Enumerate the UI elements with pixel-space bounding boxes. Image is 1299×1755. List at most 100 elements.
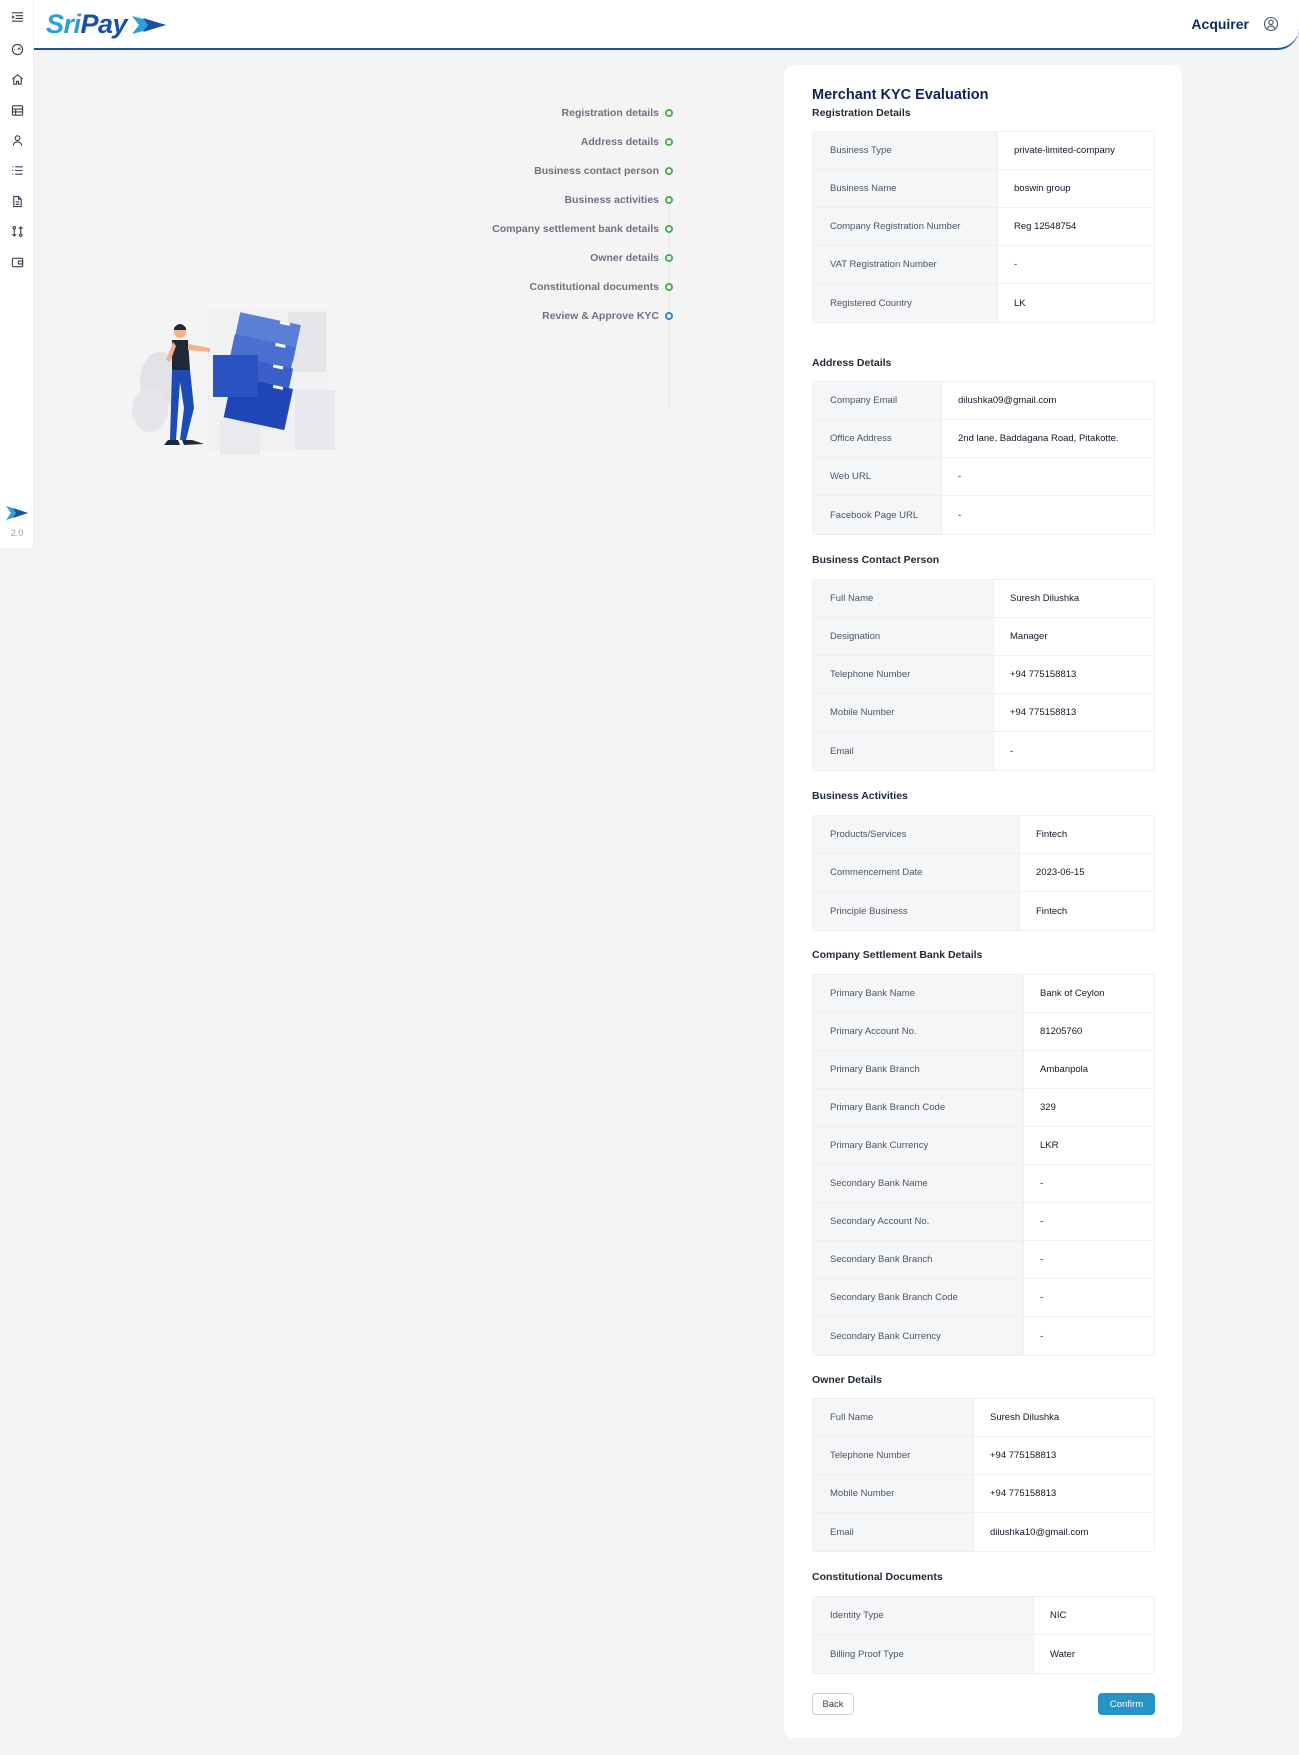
field-value: Fintech [1036,905,1068,917]
section-title-business-contact-person: Business Contact Person [812,554,940,566]
field-value: - [958,509,962,521]
step-complete-dot-icon [665,253,673,262]
table-registration-details: Business Type private-limited-company Busi… [812,131,1155,323]
field-value: Ambanpola [1040,1064,1089,1075]
table-constitutional-documents: Identity Type NIC Billing Proof Type Water [812,1596,1155,1674]
table-row: Mobile Number +94 775158813 [813,694,1154,732]
table-row: Products/Services Fintech [813,816,1154,854]
field-label: Telephone Number [813,656,994,693]
field-label: Primary Account No. [813,1013,1024,1050]
user-icon[interactable] [9,132,25,148]
section-title-company-settlement-bank-details: Company Settlement Bank Details [812,949,983,961]
step-constitutional-documents[interactable]: Constitutional documents [413,272,673,301]
field-value: - [1014,259,1018,270]
field-label: Primary Bank Branch Code [813,1089,1024,1126]
table-row: Primary Account No. 81205760 [813,1013,1154,1051]
list-icon[interactable] [9,162,25,178]
table-row: Secondary Account No. - [813,1203,1154,1241]
transfer-icon[interactable] [9,223,25,239]
table-row: Secondary Bank Name - [813,1165,1154,1203]
field-value: Suresh Dilushka [990,1412,1060,1423]
table-row: Identity Type NIC [813,1597,1154,1635]
step-registration-details[interactable]: Registration details [413,98,673,127]
dashboard-icon[interactable] [9,41,25,57]
confirm-button[interactable]: Confirm [1098,1693,1155,1715]
field-label: VAT Registration Number [813,246,998,283]
sripay-logo[interactable]: SriPay [46,9,168,40]
field-label: Full Name [813,1399,974,1436]
field-label: Principle Business [813,892,1020,930]
user-profile-icon[interactable] [1263,16,1279,32]
menu-toggle-icon[interactable] [9,9,25,25]
document-icon[interactable] [9,193,25,209]
step-complete-dot-icon [665,195,673,204]
field-value: - [958,471,962,482]
table-row: Secondary Bank Branch - [813,1241,1154,1279]
section-title-constitutional-documents: Constitutional Documents [812,1571,943,1583]
kyc-stepper: Registration details Address details Busin… [413,98,673,407]
table-row: Web URL - [813,458,1154,496]
table-row: Secondary Bank Currency - [813,1317,1154,1355]
field-value: dilushka09@gmail.com [958,395,1057,406]
step-label: Registration details [561,106,659,119]
field-label: Primary Bank Name [813,975,1024,1012]
table-row: Full Name Suresh Dilushka [813,1399,1154,1437]
field-label: Primary Bank Currency [813,1127,1024,1164]
logo-text-sri: Sri [46,9,81,39]
logo-arrow-icon [132,15,167,34]
back-button[interactable]: Back [812,1693,854,1715]
step-complete-dot-icon [665,108,673,117]
field-value: - [1040,1254,1044,1265]
field-label: Full Name [813,580,994,617]
user-role-label: Acquirer [1191,16,1249,32]
step-business-activities[interactable]: Business activities [413,185,673,214]
table-row: Facebook Page URL - [813,496,1154,534]
field-value: Manager [1010,631,1048,642]
field-label: Registered Country [813,284,998,322]
step-company-settlement-bank-details[interactable]: Company settlement bank details [413,214,673,243]
step-label: Constitutional documents [529,280,660,293]
step-complete-dot-icon [665,166,673,175]
field-value: - [1040,1330,1044,1342]
field-label: Secondary Bank Branch Code [813,1279,1024,1316]
step-owner-details[interactable]: Owner details [413,243,673,272]
field-value: +94 775158813 [1010,669,1077,680]
table-row: Company Registration Number Reg 12548754 [813,208,1154,246]
table-row: Email dilushka10@gmail.com [813,1513,1154,1551]
table-row: Primary Bank Branch Code 329 [813,1089,1154,1127]
field-value: boswin group [1014,183,1071,194]
step-review-approve-kyc[interactable]: Review & Approve KYC [413,301,673,330]
field-value: Suresh Dilushka [1010,593,1080,604]
field-label: Products/Services [813,816,1020,853]
table-row: Primary Bank Name Bank of Ceylon [813,975,1154,1013]
table-address-details: Company Email dilushka09@gmail.com Office … [812,381,1155,535]
home-icon[interactable] [9,71,25,87]
field-value: 2023-06-15 [1036,867,1085,878]
table-row: Primary Bank Branch Ambanpola [813,1051,1154,1089]
field-value: Reg 12548754 [1014,221,1077,232]
step-label: Owner details [590,251,659,264]
field-value: Water [1050,1648,1075,1660]
field-value: dilushka10@gmail.com [990,1526,1089,1538]
field-label: Company Email [813,382,942,419]
table-row: Billing Proof Type Water [813,1635,1154,1673]
field-label: Email [813,1513,974,1551]
table-row: Business Type private-limited-company [813,132,1154,170]
step-address-details[interactable]: Address details [413,127,673,156]
field-value: 2nd lane, Baddagana Road, Pitakotte. [958,433,1119,444]
field-value: NIC [1050,1610,1067,1621]
page-title: Merchant KYC Evaluation [812,87,989,103]
table-row: Telephone Number +94 775158813 [813,656,1154,694]
field-value: Bank of Ceylon [1040,988,1105,999]
table-row: Office Address 2nd lane, Baddagana Road, … [813,420,1154,458]
step-business-contact-person[interactable]: Business contact person [413,156,673,185]
wallet-icon[interactable] [9,254,25,270]
table-icon[interactable] [9,102,25,118]
field-label: Office Address [813,420,942,457]
table-row: Registered Country LK [813,284,1154,322]
field-value: 81205760 [1040,1026,1083,1037]
field-label: Designation [813,618,994,655]
table-owner-details: Full Name Suresh Dilushka Telephone Number… [812,1398,1155,1552]
app-version: 2.0 [10,528,24,538]
table-row: Mobile Number +94 775158813 [813,1475,1154,1513]
